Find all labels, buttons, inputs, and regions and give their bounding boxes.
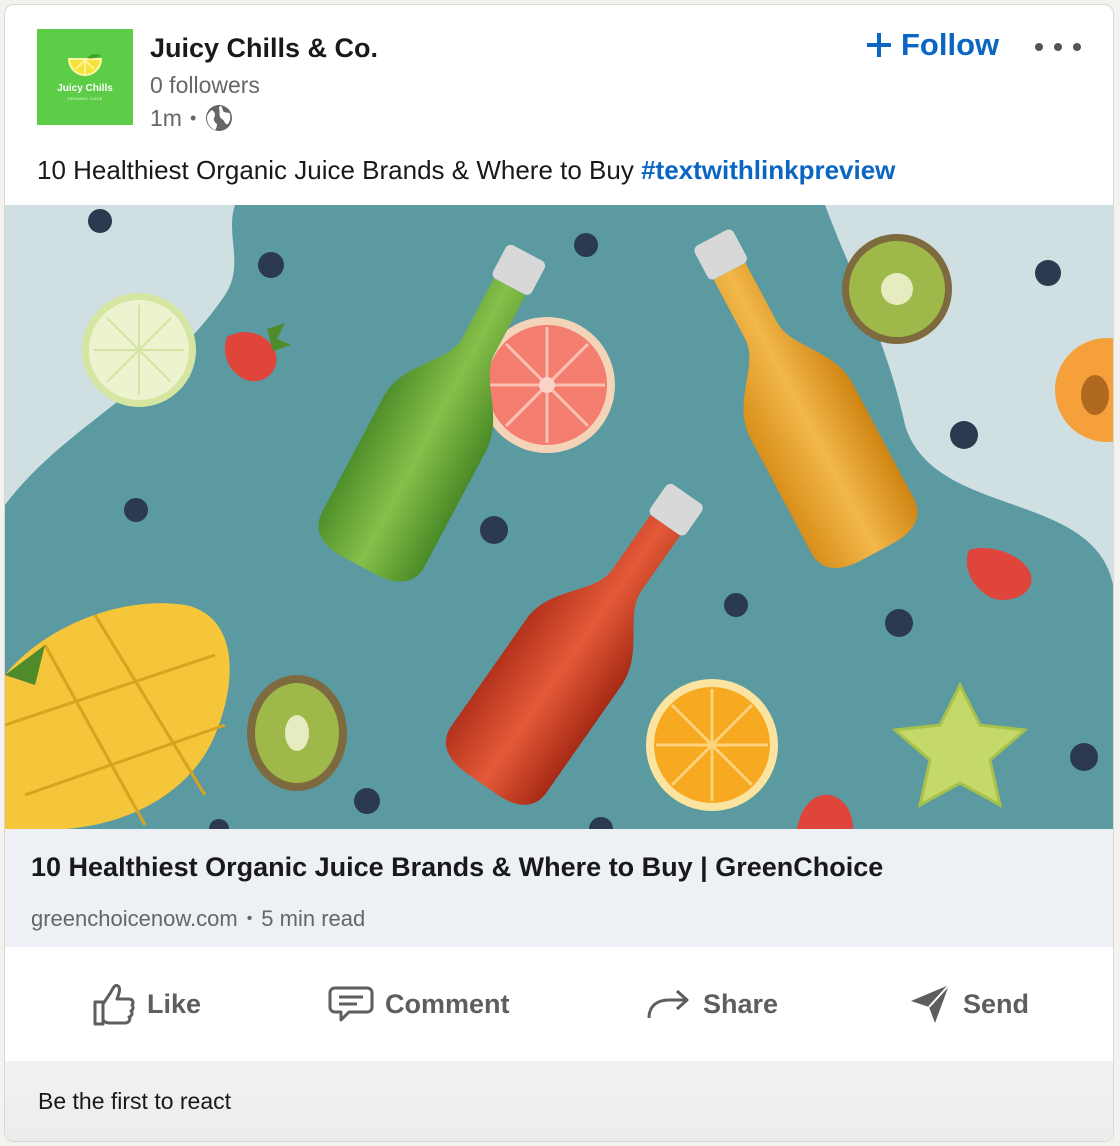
follow-label: Follow bbox=[901, 27, 1000, 62]
follower-count: 0 followers bbox=[150, 72, 260, 98]
more-dot bbox=[1073, 43, 1081, 51]
lemon-slice-icon bbox=[67, 53, 103, 76]
reactions-bar: Be the first to react bbox=[5, 1061, 1113, 1141]
company-logo[interactable]: Juicy Chills ORGANIC JUICE bbox=[37, 29, 133, 125]
post-time: 1m bbox=[150, 104, 182, 131]
comment-button[interactable]: Comment bbox=[327, 979, 510, 1029]
read-time: 5 min read bbox=[261, 906, 366, 931]
send-button[interactable]: Send bbox=[907, 979, 1029, 1029]
thumbs-up-icon bbox=[93, 984, 135, 1026]
action-bar: Like Comment Share Send bbox=[5, 947, 1113, 1061]
link-preview-title[interactable]: 10 Healthiest Organic Juice Brands & Whe… bbox=[31, 852, 883, 883]
kiwi-slice bbox=[247, 675, 347, 791]
like-label: Like bbox=[147, 988, 202, 1019]
lime-slice bbox=[82, 293, 196, 407]
post-text: 10 Healthiest Organic Juice Brands & Whe… bbox=[37, 155, 634, 185]
post-card: Juicy Chills ORGANIC JUICE Juicy Chills … bbox=[4, 4, 1114, 1142]
kiwi-slice bbox=[842, 234, 952, 344]
follow-button[interactable]: Follow bbox=[865, 27, 999, 63]
more-options-icon[interactable] bbox=[1035, 35, 1081, 59]
globe-icon bbox=[206, 105, 233, 131]
logo-text: Juicy Chills bbox=[57, 83, 113, 94]
share-button[interactable]: Share bbox=[645, 979, 778, 1029]
share-arrow-icon bbox=[647, 989, 689, 1019]
separator-dot: • bbox=[246, 910, 253, 927]
company-name[interactable]: Juicy Chills & Co. bbox=[150, 33, 378, 64]
send-label: Send bbox=[963, 988, 1030, 1019]
comment-label: Comment bbox=[385, 988, 510, 1019]
comment-icon bbox=[328, 986, 374, 1022]
hashtag-link[interactable]: #textwithlinkpreview bbox=[641, 155, 895, 185]
like-button[interactable]: Like bbox=[89, 979, 201, 1029]
reactions-text: Be the first to react bbox=[38, 1088, 232, 1114]
post-header: Juicy Chills ORGANIC JUICE Juicy Chills … bbox=[5, 5, 1113, 145]
share-label: Share bbox=[703, 988, 779, 1019]
link-preview-card[interactable]: 10 Healthiest Organic Juice Brands & Whe… bbox=[5, 829, 1113, 947]
post-body: 10 Healthiest Organic Juice Brands & Whe… bbox=[37, 155, 895, 186]
more-dot bbox=[1035, 43, 1043, 51]
send-plane-icon bbox=[911, 984, 950, 1023]
link-preview-meta: greenchoicenow.com • 5 min read bbox=[31, 906, 365, 932]
orange-slice bbox=[646, 679, 778, 811]
logo-subtext: ORGANIC JUICE bbox=[67, 96, 103, 101]
more-dot bbox=[1054, 43, 1062, 51]
link-preview-image[interactable] bbox=[5, 205, 1114, 829]
link-domain: greenchoicenow.com bbox=[31, 906, 238, 931]
plus-icon bbox=[867, 33, 891, 57]
post-meta: 1m • bbox=[150, 103, 234, 133]
separator-dot: • bbox=[189, 107, 197, 128]
